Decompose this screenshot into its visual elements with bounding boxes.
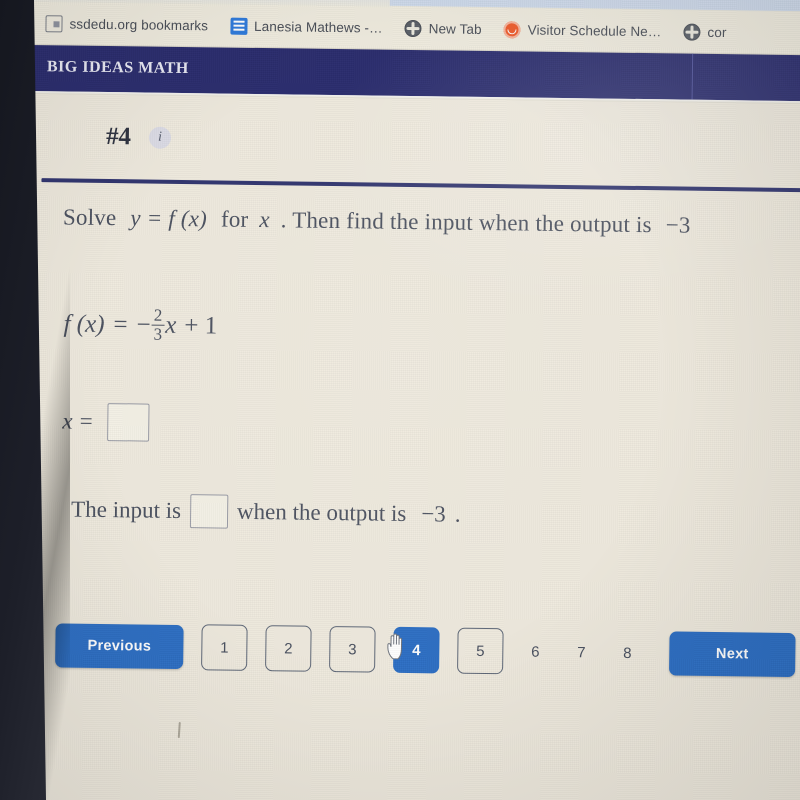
orange-circle-icon [503, 20, 521, 38]
pointing-hand-cursor-icon [387, 633, 403, 660]
bookmark-item-cor[interactable]: cor [683, 23, 727, 41]
fraction-denominator: 3 [151, 324, 165, 344]
question-content: #4 i Solve y = f (x) for x . Then find t… [19, 93, 800, 800]
page-button-4-label: 4 [412, 641, 421, 659]
bookmark-item-lanesia-mathews[interactable]: Lanesia Mathews -… [229, 17, 383, 36]
bookmark-label: cor [707, 24, 727, 40]
formula-lhs: f (x) [63, 310, 105, 339]
page-button-8[interactable]: 8 [613, 644, 641, 661]
prompt-lead: Solve [62, 204, 117, 231]
formula-sign: − [136, 311, 151, 339]
page-button-4[interactable]: 4 [387, 626, 440, 674]
page-button-1[interactable]: 1 [201, 624, 248, 671]
sentence-output-value: −3 [421, 501, 446, 527]
previous-button[interactable]: Previous [55, 623, 184, 670]
bookmark-label: Visitor Schedule Ne… [527, 22, 662, 39]
formula-fraction: 2 3 [151, 305, 165, 344]
fraction-numerator: 2 [153, 305, 163, 325]
document-icon [229, 17, 248, 35]
prompt-tail: . Then find the input when the output is [280, 207, 652, 238]
sentence-row: The input is when the output is −3 . [71, 493, 461, 532]
pagination: Previous 1 2 3 4 5 6 7 8 Next [55, 622, 796, 678]
divider-rule [41, 178, 800, 193]
function-formula: f (x) = − 2 3 x + 1 [63, 306, 217, 345]
header-divider [691, 53, 694, 100]
bookmark-item-new-tab[interactable]: New Tab [404, 19, 482, 37]
globe-icon [404, 19, 422, 37]
bookmark-label: Lanesia Mathews -… [253, 18, 383, 36]
formula-equals: = [113, 311, 128, 339]
question-header: #4 i [105, 123, 172, 152]
answer-row: x = [62, 402, 151, 442]
prompt-output-value: −3 [665, 212, 691, 238]
page-title: #4 [105, 123, 132, 151]
bookmark-label: ssdedu.org bookmarks [69, 16, 209, 33]
question-prompt: Solve y = f (x) for x . Then find the in… [63, 204, 800, 240]
sentence-middle: when the output is [236, 498, 407, 526]
prompt-mid: for [220, 206, 249, 232]
app-title: BIG IDEAS MATH [46, 58, 189, 78]
page-button-5[interactable]: 5 [457, 627, 504, 675]
sentence-blank-input[interactable] [189, 494, 229, 529]
formula-plus-term: + 1 [184, 312, 218, 340]
page-button-2[interactable]: 2 [265, 625, 312, 672]
bookmark-label: New Tab [428, 20, 482, 37]
answer-label: x = [62, 408, 94, 434]
info-icon[interactable]: i [148, 126, 172, 149]
bookmark-item-ssdedu[interactable]: ssdedu.org bookmarks [45, 14, 209, 34]
folder-icon [45, 14, 63, 32]
sentence-before: The input is [70, 496, 182, 524]
browser-screen: ssdedu.org bookmarks Lanesia Mathews -… … [19, 0, 800, 800]
page-button-3[interactable]: 3 [329, 625, 376, 673]
page-button-7[interactable]: 7 [567, 644, 595, 661]
prompt-variable: x [259, 207, 270, 233]
answer-input[interactable] [107, 403, 151, 442]
globe-icon [683, 23, 701, 41]
formula-variable: x [165, 312, 177, 340]
prompt-equation: y = f (x) [130, 205, 208, 232]
next-button[interactable]: Next [669, 631, 796, 678]
page-button-6[interactable]: 6 [521, 643, 549, 660]
sentence-period: . [454, 501, 461, 527]
photo-of-screen: ssdedu.org bookmarks Lanesia Mathews -… … [0, 0, 800, 800]
stray-pen-mark [177, 721, 181, 739]
bookmark-item-visitor-schedule[interactable]: Visitor Schedule Ne… [503, 20, 662, 40]
